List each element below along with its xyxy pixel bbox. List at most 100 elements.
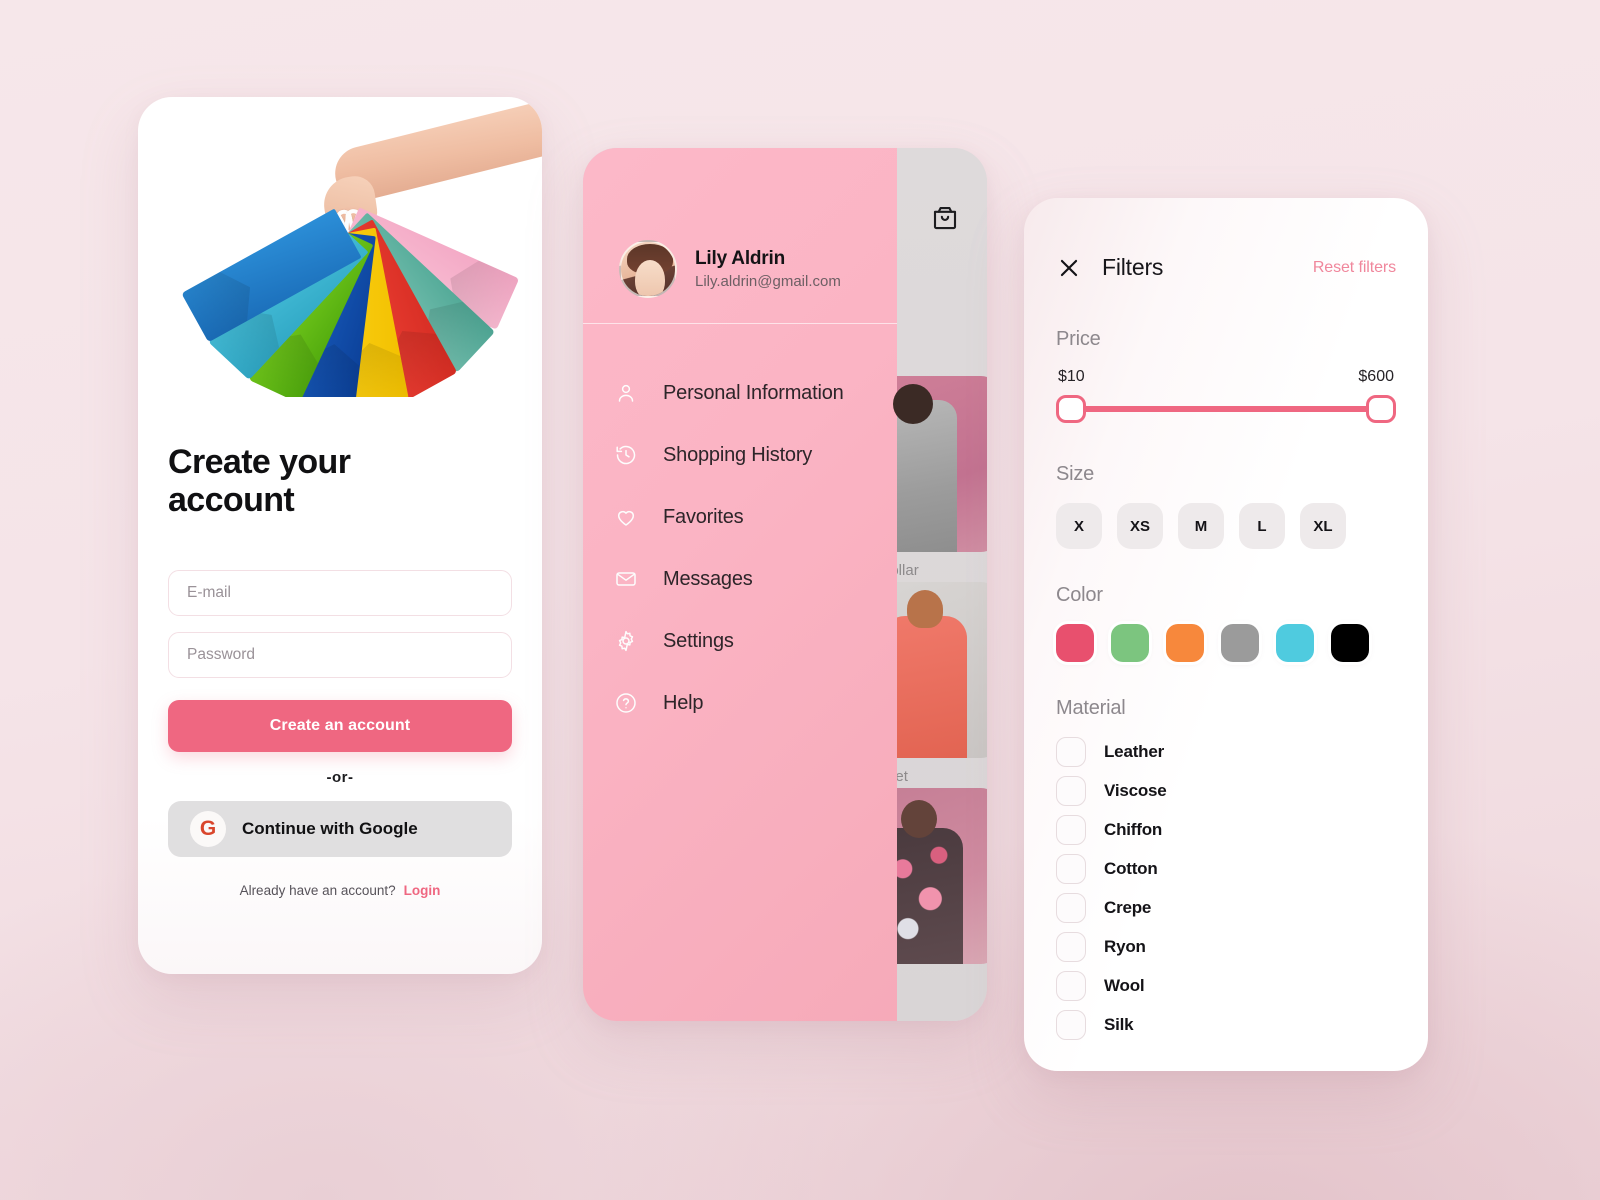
- checkbox[interactable]: [1056, 892, 1086, 923]
- gear-icon: [613, 628, 639, 654]
- slider-track: [1070, 406, 1382, 412]
- material-row-leather[interactable]: Leather: [1056, 732, 1396, 771]
- price-section-title: Price: [1056, 328, 1101, 350]
- password-placeholder: Password: [187, 645, 256, 663]
- checkbox[interactable]: [1056, 1009, 1086, 1040]
- material-label: Wool: [1104, 975, 1145, 995]
- material-row-chiffon[interactable]: Chiffon: [1056, 810, 1396, 849]
- menu-item-shopping-history[interactable]: Shopping History: [613, 424, 903, 486]
- checkbox[interactable]: [1056, 931, 1086, 962]
- side-drawer: Lily Aldrin Lily.aldrin@gmail.com Person…: [583, 148, 897, 1021]
- size-chip-x[interactable]: X: [1056, 503, 1102, 549]
- material-label: Chiffon: [1104, 819, 1163, 839]
- material-row-cotton[interactable]: Cotton: [1056, 849, 1396, 888]
- size-options: X XS M L XL: [1056, 503, 1396, 549]
- menu-item-label: Messages: [663, 567, 753, 590]
- page-title: Create your account: [168, 443, 351, 520]
- menu-item-help[interactable]: Help: [613, 672, 903, 734]
- email-placeholder: E-mail: [187, 583, 231, 601]
- envelope-icon: [613, 566, 639, 592]
- email-field[interactable]: E-mail: [168, 569, 512, 616]
- menu-item-label: Settings: [663, 629, 734, 652]
- material-row-viscose[interactable]: Viscose: [1056, 771, 1396, 810]
- avatar: [619, 240, 677, 298]
- profile-block[interactable]: Lily Aldrin Lily.aldrin@gmail.com: [619, 240, 841, 298]
- create-account-card: Create your account E-mail Password Crea…: [138, 97, 542, 974]
- color-swatch-gray[interactable]: [1221, 624, 1259, 662]
- color-options: [1056, 624, 1396, 662]
- price-labels: $10 $600: [1056, 368, 1396, 386]
- price-range-slider[interactable]: [1056, 392, 1396, 426]
- color-section: Color: [1056, 584, 1396, 662]
- reset-filters-button[interactable]: Reset filters: [1313, 259, 1396, 277]
- material-label: Viscose: [1104, 780, 1167, 800]
- material-row-crepe[interactable]: Crepe: [1056, 888, 1396, 927]
- menu-item-messages[interactable]: Messages: [613, 548, 903, 610]
- checkbox[interactable]: [1056, 814, 1086, 845]
- size-chip-l[interactable]: L: [1239, 503, 1285, 549]
- color-swatch-orange[interactable]: [1166, 624, 1204, 662]
- price-section: Price $10 $600: [1056, 328, 1396, 426]
- menu-item-label: Shopping History: [663, 443, 813, 466]
- question-circle-icon: [613, 690, 639, 716]
- checkbox[interactable]: [1056, 970, 1086, 1001]
- material-row-silk[interactable]: Silk: [1056, 1005, 1396, 1044]
- login-footer: Already have an account? Login: [168, 883, 512, 898]
- google-button-label: Continue with Google: [242, 818, 418, 838]
- material-list: Leather Viscose Chiffon Cotton Crepe Ryo…: [1056, 732, 1396, 1044]
- material-row-ryon[interactable]: Ryon: [1056, 927, 1396, 966]
- material-label: Cotton: [1104, 858, 1158, 878]
- slider-handle-min[interactable]: [1056, 395, 1086, 423]
- size-section-title: Size: [1056, 463, 1095, 485]
- checkbox[interactable]: [1056, 853, 1086, 884]
- slider-handle-max[interactable]: [1366, 395, 1396, 423]
- price-max-label: $600: [1358, 368, 1394, 385]
- checkbox[interactable]: [1056, 736, 1086, 767]
- material-label: Crepe: [1104, 897, 1152, 917]
- or-divider: -or-: [326, 768, 354, 786]
- history-icon: [613, 442, 639, 468]
- shopping-bag-icon[interactable]: [923, 196, 967, 240]
- filters-title: Filters: [1102, 254, 1164, 280]
- divider: [583, 323, 897, 324]
- menu-item-label: Personal Information: [663, 381, 844, 404]
- color-swatch-green[interactable]: [1111, 624, 1149, 662]
- login-form: Create your account E-mail Password Crea…: [138, 397, 542, 898]
- checkbox[interactable]: [1056, 775, 1086, 806]
- material-section: Material Leather Viscose Chiffon Cotton …: [1056, 697, 1396, 1044]
- heart-icon: [613, 504, 639, 530]
- profile-name: Lily Aldrin: [695, 248, 785, 269]
- continue-with-google-button[interactable]: G Continue with Google: [168, 800, 512, 857]
- google-g-icon: G: [190, 810, 226, 847]
- account-drawer-phone: o Collar Velvet zziV Lily Aldrin Lily.al…: [583, 148, 987, 1021]
- color-swatch-crimson[interactable]: [1056, 624, 1094, 662]
- material-label: Silk: [1104, 1014, 1134, 1034]
- password-field[interactable]: Password: [168, 631, 512, 678]
- color-section-title: Color: [1056, 584, 1103, 606]
- size-chip-xs[interactable]: XS: [1117, 503, 1163, 549]
- color-swatch-black[interactable]: [1331, 624, 1369, 662]
- menu-item-label: Favorites: [663, 505, 744, 528]
- drawer-menu: Personal Information Shopping History Fa…: [613, 362, 903, 734]
- size-chip-m[interactable]: M: [1178, 503, 1224, 549]
- shopping-bags-photo: [138, 97, 542, 397]
- material-section-title: Material: [1056, 697, 1126, 719]
- user-icon: [613, 380, 639, 406]
- filters-header: Filters Reset filters: [1056, 254, 1396, 281]
- already-have-account-text: Already have an account?: [239, 882, 396, 898]
- login-link[interactable]: Login: [404, 883, 441, 898]
- create-account-button[interactable]: Create an account: [168, 699, 512, 752]
- size-chip-xl[interactable]: XL: [1300, 503, 1346, 549]
- menu-item-label: Help: [663, 691, 704, 714]
- price-min-label: $10: [1058, 368, 1085, 385]
- profile-email: Lily.aldrin@gmail.com: [695, 273, 841, 290]
- color-swatch-cyan[interactable]: [1276, 624, 1314, 662]
- close-icon[interactable]: [1056, 255, 1082, 281]
- menu-item-personal-information[interactable]: Personal Information: [613, 362, 903, 424]
- menu-item-settings[interactable]: Settings: [613, 610, 903, 672]
- filters-panel: Filters Reset filters Price $10 $600 Siz…: [1024, 198, 1428, 1071]
- material-label: Ryon: [1104, 936, 1146, 956]
- menu-item-favorites[interactable]: Favorites: [613, 486, 903, 548]
- material-label: Leather: [1104, 741, 1165, 761]
- material-row-wool[interactable]: Wool: [1056, 966, 1396, 1005]
